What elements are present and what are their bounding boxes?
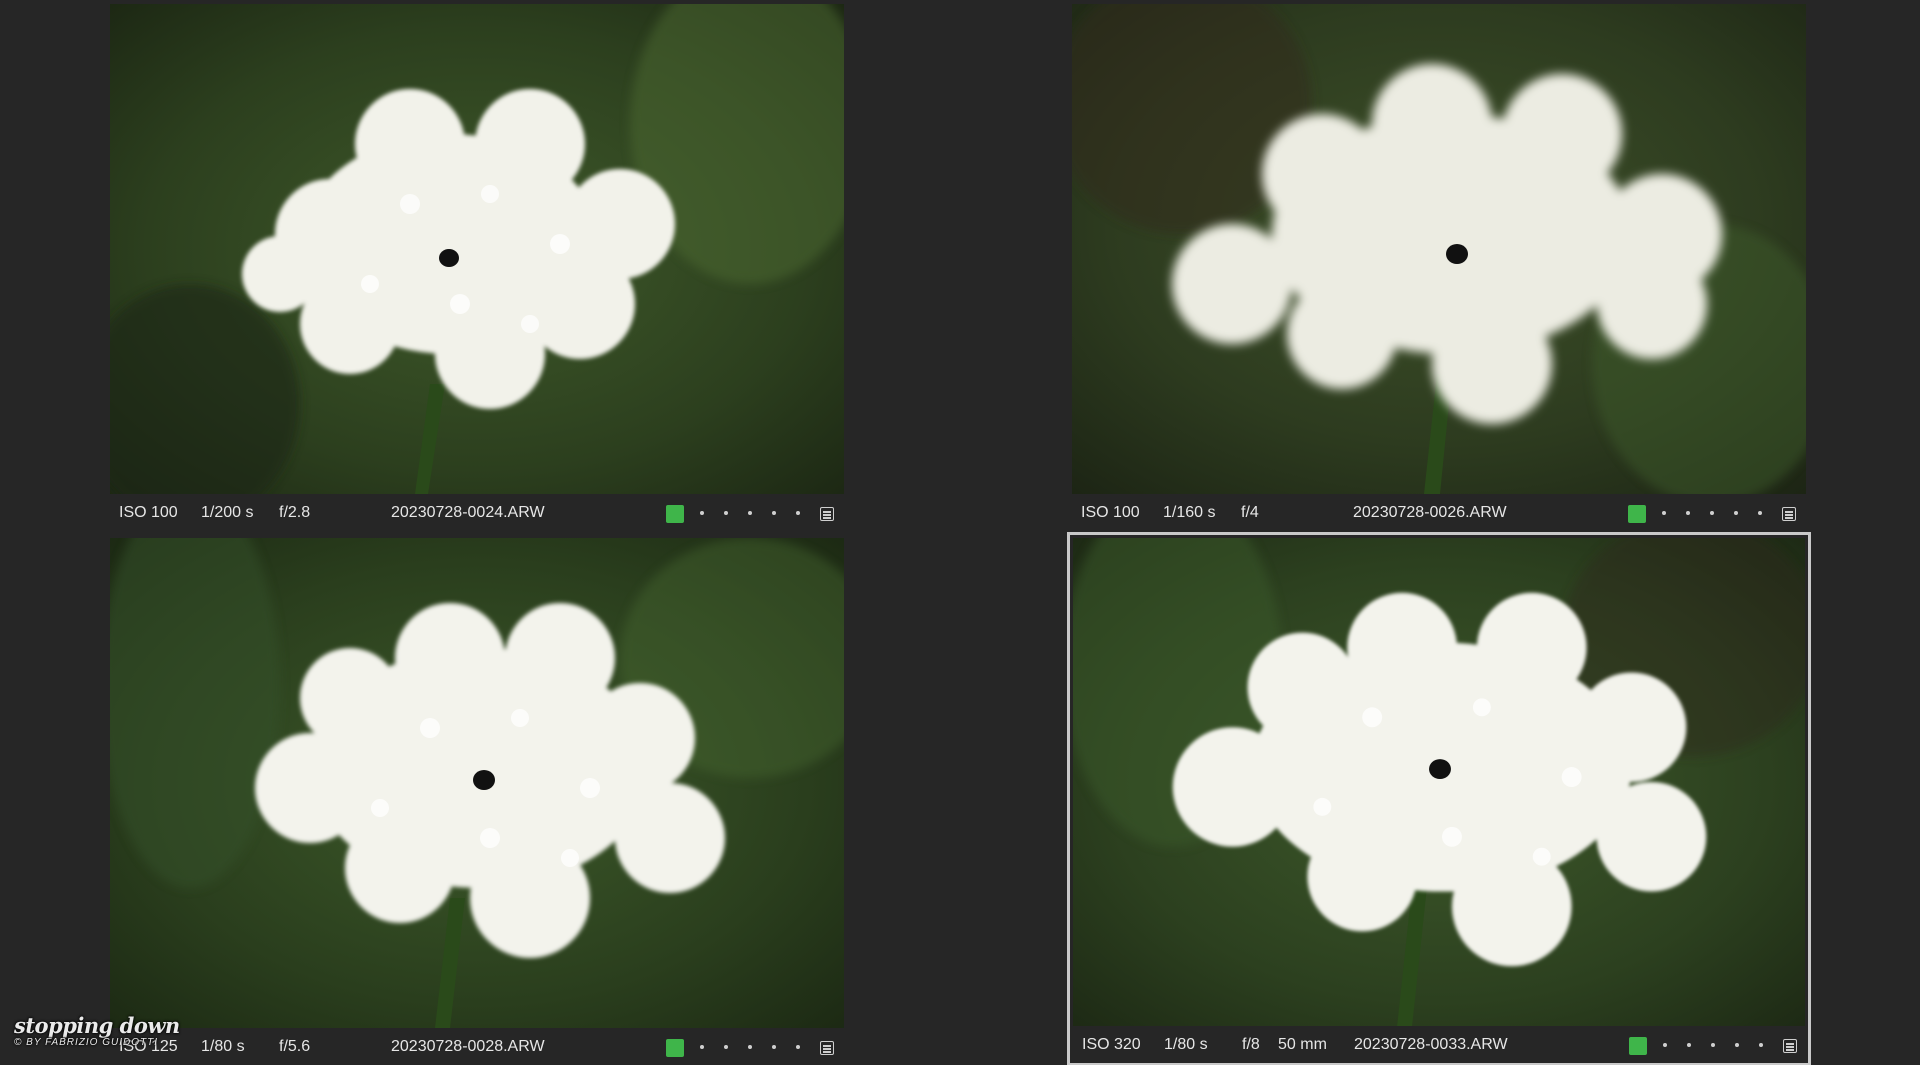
- metadata-bar: ISO 125 1/80 s f/5.6 20230728-0028.ARW: [110, 1030, 844, 1065]
- filename: 20230728-0024.ARW: [391, 504, 545, 521]
- flower-photo: [1072, 4, 1806, 494]
- watermark-title: stopping down: [14, 1013, 180, 1038]
- rating-dot[interactable]: [1686, 511, 1690, 515]
- green-color-label[interactable]: [666, 505, 684, 523]
- star-rating[interactable]: [700, 511, 800, 515]
- metadata-bar: ISO 100 1/200 s f/2.8 20230728-0024.ARW: [110, 496, 844, 532]
- iso-value: ISO 320: [1082, 1036, 1141, 1053]
- rating-dot[interactable]: [1711, 1043, 1715, 1047]
- iso-value: ISO 100: [1081, 504, 1140, 521]
- aperture-value: f/2.8: [279, 504, 311, 521]
- watermark-subtitle: © BY FABRIZIO GUIDOTTI: [14, 1037, 159, 1048]
- list-icon[interactable]: [820, 1041, 834, 1055]
- shutter-speed: 1/80 s: [1164, 1036, 1208, 1053]
- rating-dot[interactable]: [1734, 511, 1738, 515]
- rating-dot[interactable]: [1687, 1043, 1691, 1047]
- list-icon[interactable]: [820, 507, 834, 521]
- rating-dot[interactable]: [772, 511, 776, 515]
- rating-dot[interactable]: [748, 1045, 752, 1049]
- list-icon[interactable]: [1783, 1039, 1797, 1053]
- flower-photo: [110, 538, 844, 1028]
- image-thumbnail-cell-selected[interactable]: ISO 320 1/80 s f/8 50 mm 20230728-0033.A…: [1070, 535, 1808, 1063]
- aperture-value: f/5.6: [279, 1038, 311, 1055]
- rating-dot[interactable]: [700, 511, 704, 515]
- shutter-speed: 1/160 s: [1163, 504, 1216, 521]
- rating-dot[interactable]: [724, 1045, 728, 1049]
- metadata-bar: ISO 320 1/80 s f/8 50 mm 20230728-0033.A…: [1073, 1028, 1807, 1064]
- star-rating[interactable]: [1663, 1043, 1763, 1047]
- rating-dot[interactable]: [748, 511, 752, 515]
- thumbnail-image[interactable]: [110, 538, 844, 1028]
- filename: 20230728-0028.ARW: [391, 1038, 545, 1055]
- rating-dot[interactable]: [1662, 511, 1666, 515]
- focal-length: 50 mm: [1278, 1036, 1327, 1053]
- thumbnail-image[interactable]: [1072, 4, 1806, 494]
- metadata-bar: ISO 100 1/160 s f/4 20230728-0026.ARW: [1072, 496, 1806, 532]
- flower-photo: [110, 4, 844, 494]
- green-color-label[interactable]: [1629, 1037, 1647, 1055]
- image-thumbnail-cell[interactable]: ISO 125 1/80 s f/5.6 20230728-0028.ARW: [110, 538, 846, 1065]
- shutter-speed: 1/80 s: [201, 1038, 245, 1055]
- thumbnail-image[interactable]: [1073, 538, 1805, 1026]
- watermark-logo: stopping down © BY FABRIZIO GUIDOTTI: [14, 1013, 180, 1049]
- image-thumbnail-cell[interactable]: ISO 100 1/200 s f/2.8 20230728-0024.ARW: [110, 4, 846, 534]
- iso-value: ISO 100: [119, 504, 178, 521]
- filename: 20230728-0033.ARW: [1354, 1036, 1508, 1053]
- aperture-value: f/8: [1242, 1036, 1260, 1053]
- star-rating[interactable]: [1662, 511, 1762, 515]
- rating-dot[interactable]: [700, 1045, 704, 1049]
- green-color-label[interactable]: [1628, 505, 1646, 523]
- image-thumbnail-cell[interactable]: ISO 100 1/160 s f/4 20230728-0026.ARW: [1072, 4, 1808, 534]
- aperture-value: f/4: [1241, 504, 1259, 521]
- rating-dot[interactable]: [772, 1045, 776, 1049]
- shutter-speed: 1/200 s: [201, 504, 254, 521]
- rating-dot[interactable]: [1758, 511, 1762, 515]
- rating-dot[interactable]: [1759, 1043, 1763, 1047]
- rating-dot[interactable]: [724, 511, 728, 515]
- rating-dot[interactable]: [1663, 1043, 1667, 1047]
- rating-dot[interactable]: [1735, 1043, 1739, 1047]
- image-browser-grid: ISO 100 1/200 s f/2.8 20230728-0024.ARW: [0, 0, 1920, 1065]
- flower-photo: [1073, 538, 1805, 1026]
- rating-dot[interactable]: [796, 511, 800, 515]
- rating-dot[interactable]: [796, 1045, 800, 1049]
- filename: 20230728-0026.ARW: [1353, 504, 1507, 521]
- star-rating[interactable]: [700, 1045, 800, 1049]
- green-color-label[interactable]: [666, 1039, 684, 1057]
- thumbnail-image[interactable]: [110, 4, 844, 494]
- list-icon[interactable]: [1782, 507, 1796, 521]
- rating-dot[interactable]: [1710, 511, 1714, 515]
